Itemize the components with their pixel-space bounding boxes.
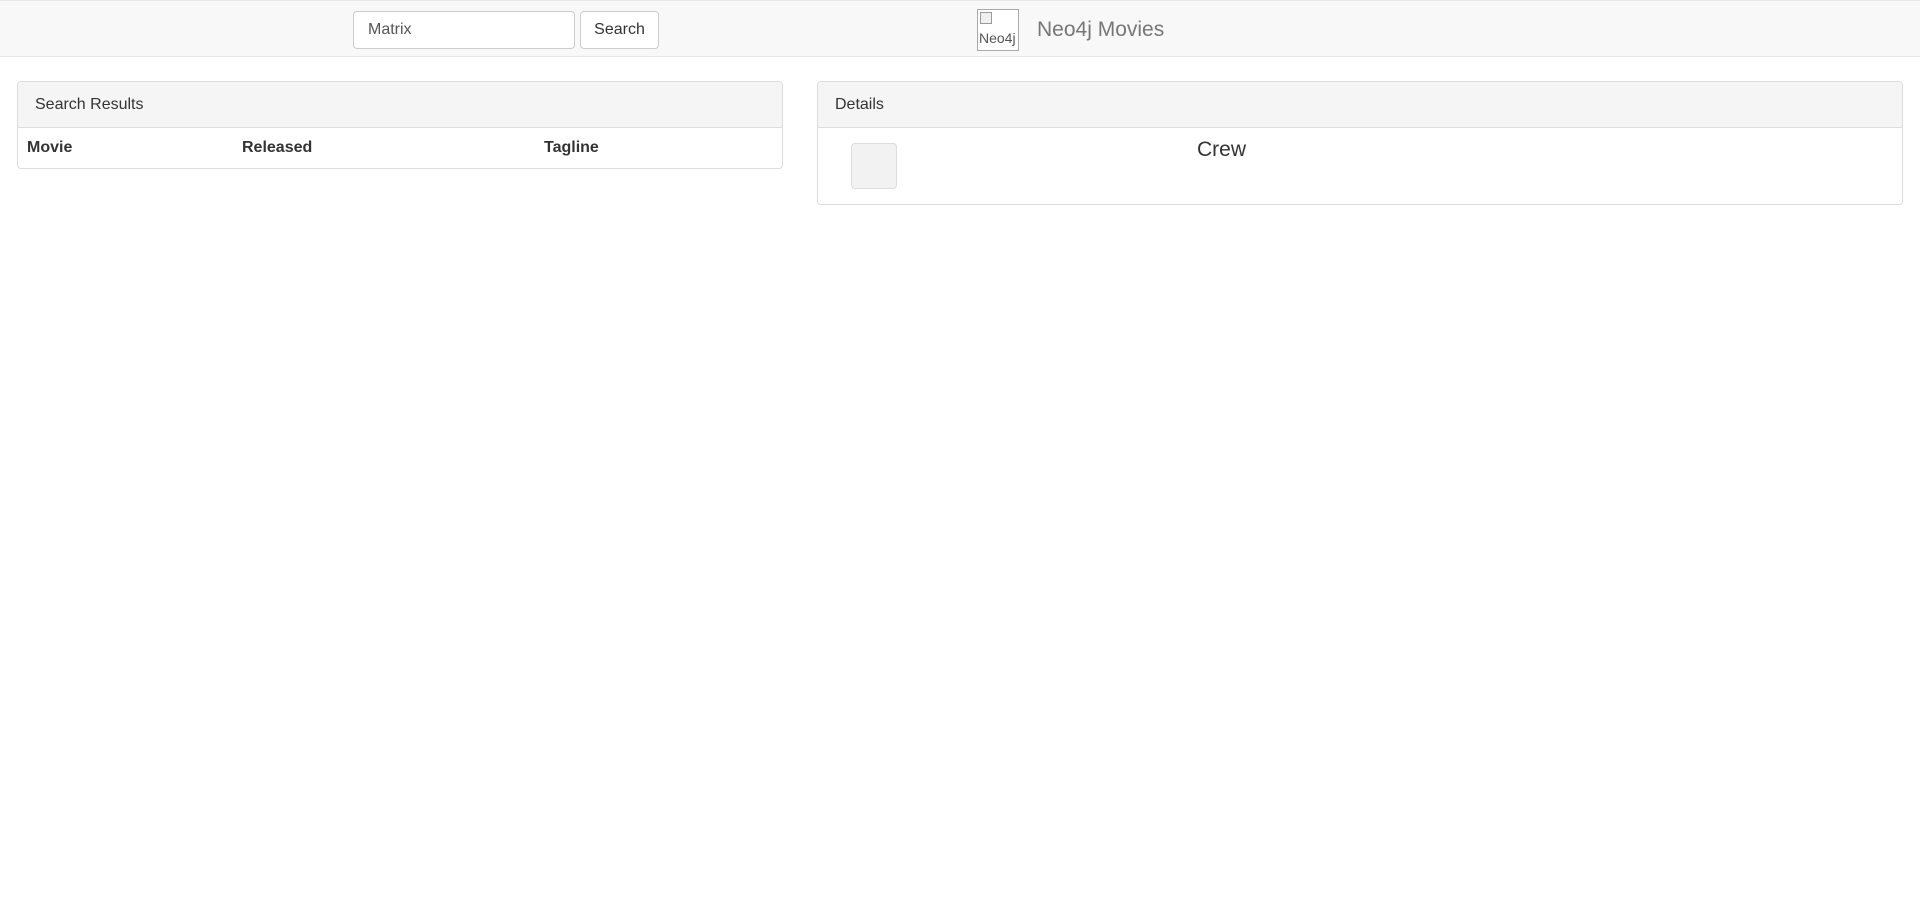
search-results-panel: Search Results Movie Released Tagline: [17, 81, 783, 169]
broken-image-icon: [980, 12, 992, 24]
search-button[interactable]: Search: [580, 11, 659, 49]
search-input[interactable]: [353, 11, 575, 49]
neo4j-logo-image[interactable]: Neo4j: [977, 9, 1019, 51]
navbar: Search Neo4j Neo4j Movies: [0, 0, 1920, 57]
results-table: Movie Released Tagline: [18, 128, 782, 168]
column-header-tagline: Tagline: [544, 139, 599, 156]
column-header-movie: Movie: [27, 139, 73, 156]
logo-alt-text: Neo4j: [979, 30, 1016, 46]
movie-poster: [851, 143, 897, 189]
column-header-released: Released: [242, 139, 313, 156]
brand-name[interactable]: Neo4j Movies: [1037, 18, 1164, 42]
brand[interactable]: Neo4j Neo4j Movies: [977, 8, 1164, 52]
table-header-row: Movie Released Tagline: [18, 128, 782, 168]
crew-title: Crew: [1197, 138, 1247, 161]
search-results-heading: Search Results: [18, 82, 782, 128]
details-heading: Details: [818, 82, 1902, 128]
details-panel: Details Crew: [817, 81, 1903, 205]
